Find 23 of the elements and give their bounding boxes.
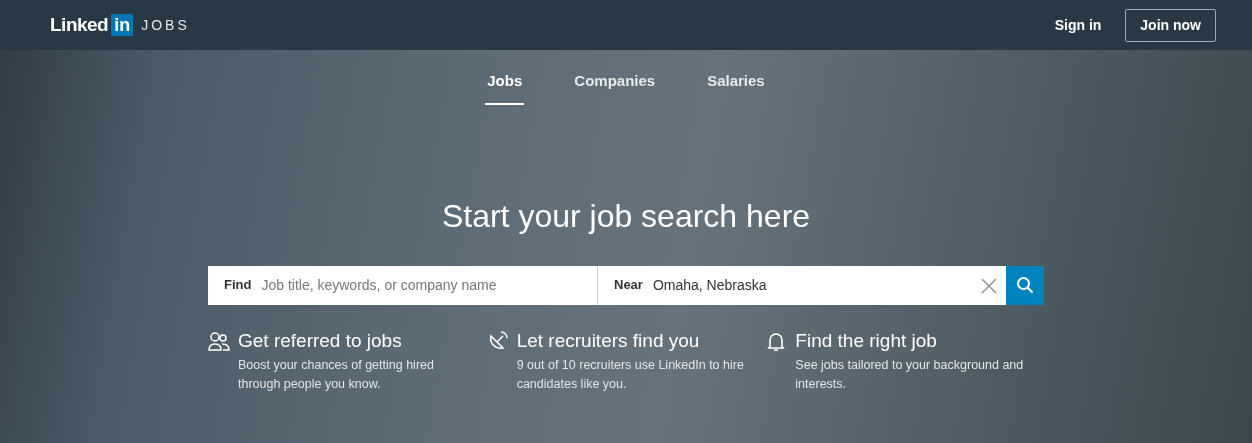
join-now-button[interactable]: Join now bbox=[1125, 8, 1216, 42]
search-icon bbox=[1016, 276, 1034, 294]
product-name: JOBS bbox=[141, 15, 190, 35]
location-field[interactable]: Omaha, Nebraska bbox=[650, 273, 972, 297]
close-icon bbox=[980, 276, 998, 295]
keyword-field[interactable]: Job title, keywords, or company name bbox=[259, 273, 597, 297]
feature-description: See jobs tailored to your background and interests. bbox=[795, 356, 1025, 393]
feature-title: Find the right job bbox=[795, 328, 938, 353]
search-button[interactable] bbox=[1006, 265, 1044, 305]
find-label: Find bbox=[223, 276, 253, 295]
headline: Start your job search here bbox=[441, 196, 811, 236]
logo-badge: in bbox=[111, 14, 134, 36]
people-icon bbox=[208, 329, 230, 352]
near-label: Near bbox=[613, 276, 644, 295]
feature-title: Let recruiters find you bbox=[516, 328, 701, 353]
feature-description: Boost your chances of getting hired through people you know. bbox=[238, 356, 435, 393]
sign-in-link[interactable]: Sign in bbox=[1054, 14, 1102, 36]
feature-description: 9 out of 10 recruiters use LinkedIn to hire candidates like you. bbox=[516, 356, 745, 393]
logo-wordmark: Linked bbox=[50, 12, 109, 37]
nav-tab[interactable]: Salaries bbox=[705, 66, 767, 105]
feature-title: Get referred to jobs bbox=[238, 328, 403, 353]
nav-tab[interactable]: Jobs bbox=[485, 66, 525, 105]
nav-tab[interactable]: Companies bbox=[572, 66, 658, 105]
